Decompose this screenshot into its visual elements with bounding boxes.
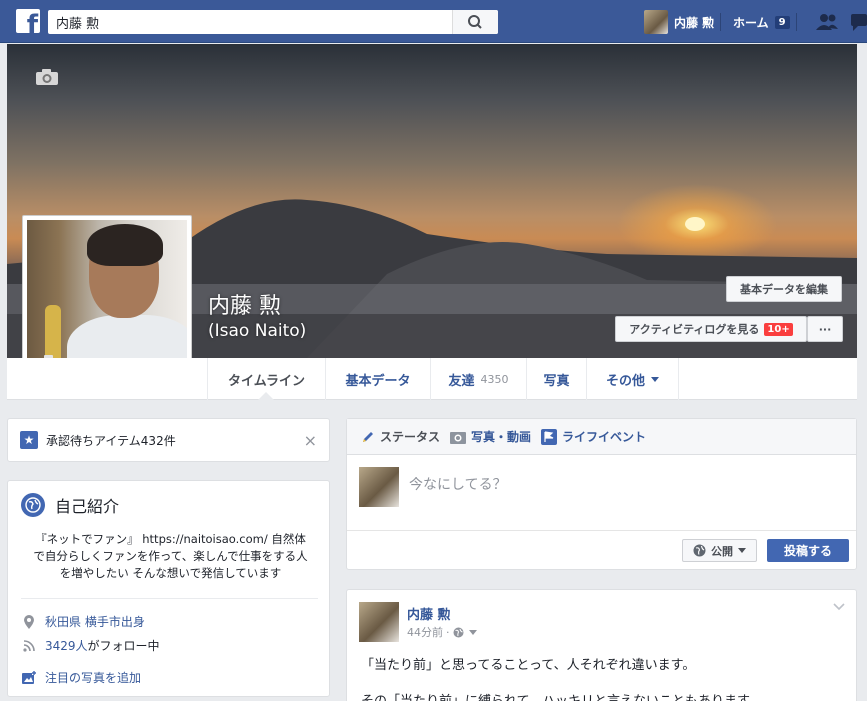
friends-count: 4350: [480, 372, 509, 386]
activity-log-button[interactable]: アクティビティログを見る 10+: [615, 316, 807, 342]
add-photo-icon: [22, 670, 36, 684]
facebook-logo[interactable]: f: [16, 9, 40, 33]
home-label: ホーム: [733, 15, 769, 30]
tab-label: ステータス: [380, 430, 441, 444]
profile-photo: [27, 220, 187, 380]
post-meta: 44分前 ·: [407, 624, 477, 640]
profile-nav: タイムライン 基本データ 友達 4350 写真 その他: [7, 358, 857, 400]
tab-label: 写真・動画: [471, 430, 532, 444]
rss-icon: [23, 639, 35, 652]
timeline-post: 内藤 勲 44分前 · 「当たり前」と思ってることって、人それぞれ違います。 そ…: [346, 589, 857, 701]
activity-log-label: アクティビティログを見る: [629, 323, 760, 336]
tab-label: タイムライン: [227, 373, 306, 389]
messages-icon[interactable]: [849, 12, 867, 32]
active-tab-pointer: [258, 392, 274, 400]
globe-icon: [693, 544, 706, 557]
tab-friends[interactable]: 友達 4350: [431, 358, 527, 400]
chevron-down-icon: [738, 548, 746, 553]
profile-alternate-name: (Isao Naito): [208, 321, 307, 341]
activity-badge: 10+: [764, 322, 793, 336]
tab-more[interactable]: その他: [587, 358, 679, 400]
search-button[interactable]: [452, 10, 498, 34]
avatar[interactable]: [359, 602, 399, 642]
intro-header: 自己紹介: [21, 493, 119, 517]
divider: [21, 598, 318, 599]
privacy-label: 公開: [711, 544, 733, 558]
meta-separator: ·: [446, 625, 450, 639]
avatar: [359, 467, 399, 507]
followers-suffix: がフォロー中: [87, 639, 160, 653]
hometown-row: 秋田県 横手市出身: [21, 613, 145, 630]
tab-photo-video[interactable]: 写真・動画: [450, 428, 531, 445]
search-box: [48, 10, 498, 34]
search-input[interactable]: [48, 10, 448, 34]
home-count-badge: 9: [774, 15, 790, 29]
followers-row: 3429人 がフォロー中: [21, 637, 160, 654]
tab-about[interactable]: 基本データ: [326, 358, 431, 400]
home-link[interactable]: ホーム 9: [733, 10, 790, 34]
composer-tabs: ステータス 写真・動画 ライフイベント: [347, 419, 856, 455]
more-options-button[interactable]: ···: [807, 316, 843, 342]
post-text-line: その「当たり前」に縛られて、ハッキリと言えないこともあります。: [361, 690, 762, 701]
top-profile-link[interactable]: 内藤 勲: [644, 10, 714, 34]
intro-card: 自己紹介 『ネットでファン』 https://naitoisao.com/ 自然…: [7, 480, 330, 697]
post-button-label: 投稿する: [783, 544, 832, 558]
tab-life-event[interactable]: ライフイベント: [541, 428, 646, 445]
globe-icon: [21, 493, 45, 517]
avatar: [644, 10, 668, 34]
post-text-line: 「当たり前」と思ってることって、人それぞれ違います。: [361, 658, 696, 673]
more-options-label: ···: [818, 322, 832, 336]
chevron-down-icon[interactable]: [832, 602, 846, 612]
location-pin-icon: [24, 614, 34, 629]
followers-link[interactable]: 3429人: [45, 637, 88, 654]
tab-label: 友達: [448, 373, 475, 389]
camera-icon[interactable]: [35, 68, 59, 86]
pencil-icon: [363, 431, 373, 442]
intro-title: 自己紹介: [55, 497, 120, 516]
edit-profile-button[interactable]: 基本データを編集: [726, 276, 842, 302]
composer-card: ステータス 写真・動画 ライフイベント 公開 投稿する: [346, 418, 857, 570]
intro-bio: 『ネットでファン』 https://naitoisao.com/ 自然体で自分ら…: [33, 532, 308, 580]
divider: [796, 13, 797, 31]
close-icon[interactable]: ×: [304, 431, 317, 450]
composer-footer: 公開 投稿する: [347, 530, 856, 569]
post-author[interactable]: 内藤 勲: [407, 604, 451, 623]
tab-status[interactable]: ステータス: [361, 428, 440, 445]
chevron-down-icon: [651, 376, 659, 382]
post-time[interactable]: 44分前: [407, 624, 443, 640]
status-input[interactable]: [409, 477, 839, 493]
edit-profile-label: 基本データを編集: [740, 283, 828, 296]
post-button[interactable]: 投稿する: [767, 539, 849, 562]
hometown-link[interactable]: 秋田県 横手市出身: [45, 613, 145, 630]
add-featured-photo-link[interactable]: 注目の写真を追加: [45, 669, 141, 686]
photo-hair: [87, 224, 163, 266]
tab-label: 写真: [543, 373, 570, 389]
top-user-name: 内藤 勲: [674, 15, 715, 30]
pending-items-card[interactable]: ★ 承認待ちアイテム432件 ×: [7, 418, 330, 462]
globe-icon: [453, 627, 463, 637]
privacy-selector[interactable]: 公開: [682, 539, 757, 562]
pending-items-text: 承認待ちアイテム432件: [46, 433, 176, 448]
profile-name[interactable]: 内藤 勲: [208, 288, 281, 320]
search-icon: [468, 15, 482, 29]
divider: [720, 13, 721, 31]
star-icon: ★: [20, 431, 38, 449]
tab-label: ライフイベント: [562, 430, 647, 444]
top-bar: f 内藤 勲 ホーム 9: [0, 0, 867, 43]
camera-icon: [450, 431, 467, 444]
flag-icon: [541, 428, 558, 445]
tab-label: 基本データ: [345, 373, 411, 389]
tab-photos[interactable]: 写真: [527, 358, 587, 400]
tab-label: その他: [605, 373, 645, 389]
chevron-down-icon[interactable]: [468, 629, 477, 635]
add-featured-photo-row[interactable]: 注目の写真を追加: [21, 669, 141, 686]
friend-requests-icon[interactable]: [815, 12, 839, 32]
